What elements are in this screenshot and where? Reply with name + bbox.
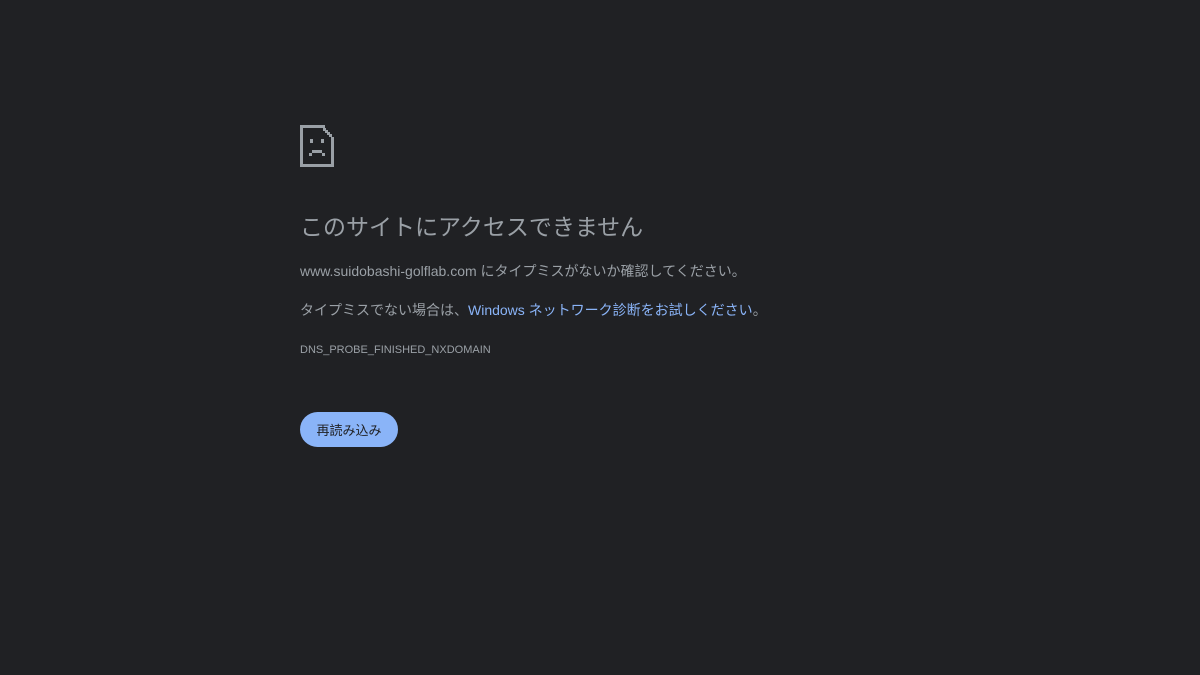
typo-check-message: www.suidobashi-golflab.com にタイプミスがないか確認し… [300,263,746,279]
reload-button[interactable]: 再読み込み [300,412,398,447]
diagnostics-message-suffix: 。 [752,302,767,318]
error-page: このサイトにアクセスできません www.suidobashi-golflab.c… [0,0,1200,675]
network-diagnostics-link[interactable]: Windows ネットワーク診断をお試しください [468,302,753,318]
diagnostics-message-prefix: タイプミスでない場合は、 [300,302,468,318]
diagnostics-message: タイプミスでない場合は、Windows ネットワーク診断をお試しください。 [300,300,767,320]
reload-button-label: 再読み込み [316,423,382,438]
page-title: このサイトにアクセスできません [300,214,644,240]
error-code: DNS_PROBE_FINISHED_NXDOMAIN [300,344,491,356]
sad-page-icon [300,125,334,167]
